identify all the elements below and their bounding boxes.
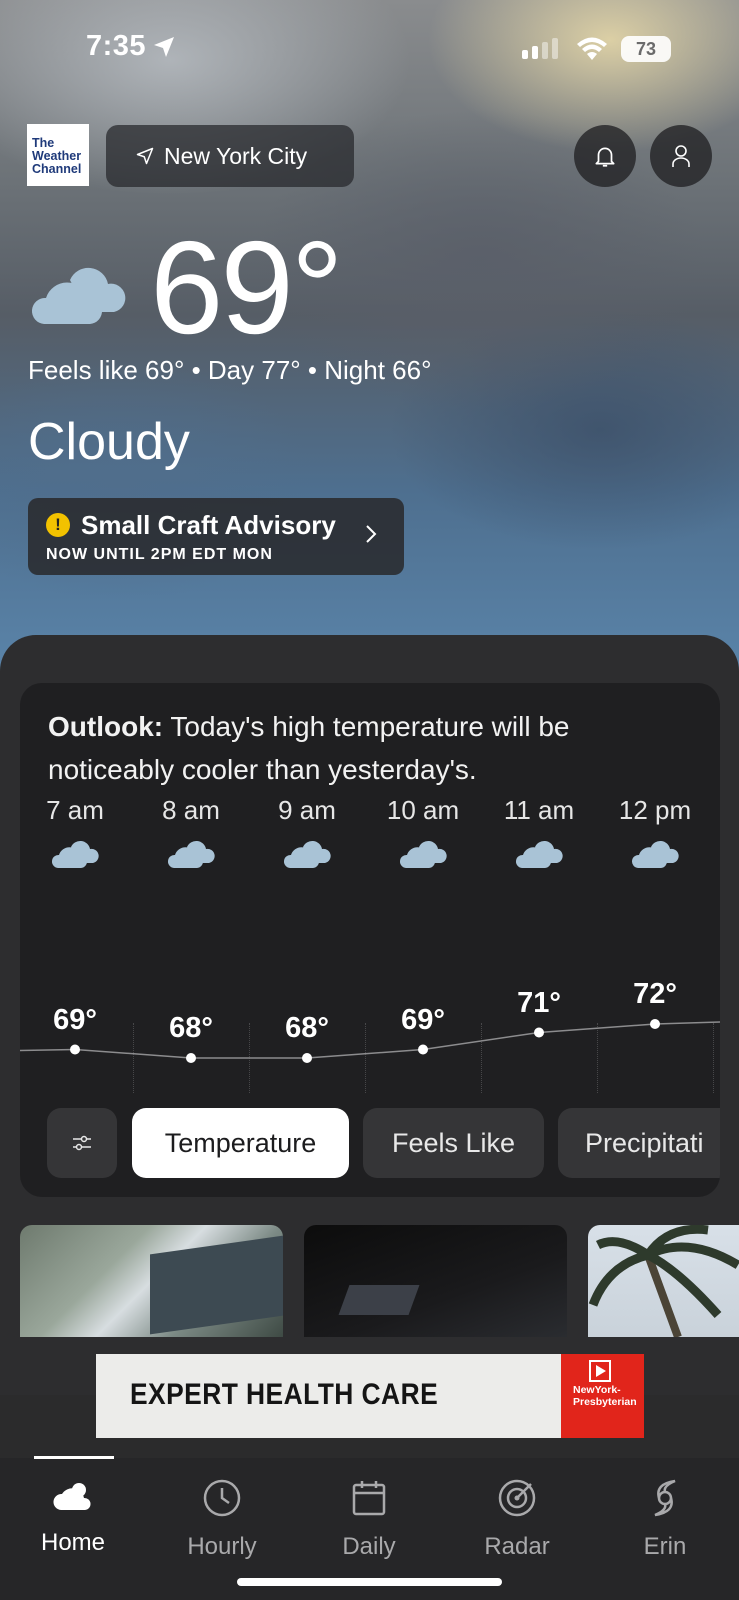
temperature-point — [70, 1044, 80, 1055]
chevron-right-icon — [366, 525, 377, 543]
cloudy-icon — [283, 840, 331, 868]
hour-condition — [141, 836, 241, 875]
hour-condition — [489, 836, 589, 875]
outlook-label: Outlook: — [48, 711, 164, 742]
tab-hourly-label: Hourly — [187, 1533, 257, 1560]
hour-condition — [257, 836, 357, 875]
temperature-point — [186, 1053, 196, 1063]
temperature-point — [418, 1044, 428, 1055]
tab-daily[interactable]: Daily — [309, 1478, 429, 1561]
tab-home-label: Home — [40, 1529, 106, 1556]
location-selector[interactable]: New York City — [106, 125, 354, 187]
temperature-line — [20, 1021, 720, 1059]
feels-like-summary: Feels like 69° • Day 77° • Night 66° — [28, 355, 432, 385]
chart-settings-button[interactable] — [47, 1108, 117, 1178]
location-arrow-icon — [154, 36, 175, 57]
active-tab-indicator — [34, 1456, 114, 1459]
bell-icon — [595, 147, 615, 167]
ad-brand-text: Presbyterian — [573, 1396, 637, 1408]
person-icon — [672, 145, 690, 167]
temperature-point — [534, 1027, 544, 1038]
hour-time: 7 am — [46, 795, 104, 825]
hour-column[interactable]: 10 am — [373, 795, 473, 875]
temperature-chart — [20, 1019, 720, 1063]
current-condition: Cloudy — [28, 413, 190, 471]
hour-column[interactable]: 9 am — [257, 795, 357, 875]
current-temperature: 69° — [150, 214, 344, 361]
tab-radar-label: Radar — [484, 1533, 550, 1560]
advisory-time: NOW UNTIL 2PM EDT MON — [46, 546, 273, 563]
sliders-icon — [73, 1135, 91, 1151]
news-thumbnail[interactable] — [20, 1225, 283, 1337]
news-thumbnail[interactable] — [588, 1225, 739, 1337]
cloudy-icon — [399, 840, 447, 868]
hour-time: 10 am — [386, 795, 460, 825]
radar-icon — [498, 1479, 536, 1517]
clock-icon — [203, 1479, 241, 1517]
tab-storm[interactable]: Erin — [605, 1478, 725, 1561]
hour-time: 9 am — [278, 795, 336, 825]
ad-brand-text: NewYork- — [573, 1384, 621, 1396]
outlook-text: Outlook: Today's high temperature will b… — [48, 705, 688, 791]
tab-daily-label: Daily — [342, 1533, 396, 1560]
cloudy-icon — [515, 840, 563, 868]
hour-condition — [605, 836, 705, 875]
cloudy-icon — [51, 840, 99, 868]
weather-advisory-banner[interactable]: ! Small Craft Advisory NOW UNTIL 2PM EDT… — [28, 498, 404, 575]
status-time: 7:35 — [86, 30, 176, 63]
hourly-outlook-card: Outlook: Today's high temperature will b… — [20, 683, 720, 1197]
cloudy-icon — [167, 840, 215, 868]
hour-time: 12 pm — [618, 795, 692, 825]
calendar-icon — [352, 1481, 386, 1516]
location-arrow-icon — [136, 147, 154, 165]
hour-column[interactable]: 12 pm — [605, 795, 705, 875]
hour-condition — [373, 836, 473, 875]
logo-text-line: Channel — [32, 162, 82, 176]
notifications-button[interactable] — [574, 125, 636, 187]
tab-precipitation[interactable]: Precipitati — [558, 1108, 720, 1178]
wifi-icon — [577, 37, 607, 60]
hour-condition — [25, 836, 125, 875]
palm-tree-image — [588, 1225, 739, 1337]
home-indicator — [237, 1578, 502, 1586]
hour-time: 8 am — [162, 795, 220, 825]
tab-home[interactable]: Home — [13, 1478, 133, 1557]
advertisement-banner[interactable]: EXPERT HEALTH CARE NewYork- Presbyterian — [96, 1354, 644, 1438]
news-thumbnail[interactable] — [304, 1225, 567, 1337]
advisory-title: Small Craft Advisory — [81, 510, 336, 540]
background-sky-image — [0, 0, 739, 700]
profile-button[interactable] — [650, 125, 712, 187]
tab-temperature[interactable]: Temperature — [132, 1108, 349, 1178]
hour-column[interactable]: 7 am — [25, 795, 125, 875]
cellular-signal-icon — [522, 38, 558, 59]
weather-channel-logo[interactable]: The Weather Channel — [27, 124, 89, 186]
cloudy-icon — [631, 840, 679, 868]
cloudy-icon — [31, 267, 126, 324]
hour-time: 11 am — [503, 795, 575, 825]
ad-brand-logo: NewYork- Presbyterian — [561, 1354, 644, 1438]
home-weather-icon — [53, 1483, 91, 1510]
warning-icon: ! — [46, 513, 70, 537]
location-name: New York City — [164, 142, 308, 169]
temperature-point — [302, 1053, 312, 1063]
tab-feels-like[interactable]: Feels Like — [363, 1108, 544, 1178]
tab-hourly[interactable]: Hourly — [162, 1478, 282, 1561]
battery-indicator: 73 — [621, 36, 671, 62]
hour-column[interactable]: 11 am — [489, 795, 589, 875]
tab-storm-label: Erin — [643, 1533, 687, 1560]
hour-column[interactable]: 8 am — [141, 795, 241, 875]
hurricane-icon — [654, 1479, 676, 1517]
tab-radar[interactable]: Radar — [457, 1478, 577, 1561]
play-logo-icon — [589, 1360, 611, 1382]
temperature-point — [650, 1019, 660, 1029]
ad-headline: EXPERT HEALTH CARE — [130, 1378, 439, 1411]
